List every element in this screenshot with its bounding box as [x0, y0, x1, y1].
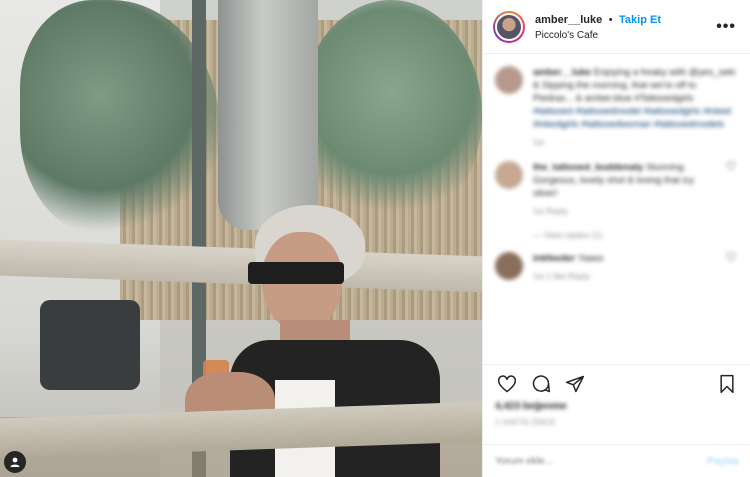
avatar-image	[495, 12, 523, 41]
avatar[interactable]	[493, 10, 525, 43]
comment-meta[interactable]: 1w 1 like Reply	[533, 270, 720, 283]
post-comment-button[interactable]: Paylaş	[707, 456, 739, 467]
add-comment-bar: Paylaş	[483, 444, 750, 477]
comment-username[interactable]: inkfeeder	[533, 253, 575, 264]
comment-username[interactable]: the_tattooed_buddenaty	[533, 162, 643, 173]
user-tag-icon[interactable]	[4, 451, 26, 473]
comment-body: the_tattooed_buddenaty Stunning. Gorgeou…	[533, 161, 720, 218]
share-icon[interactable]	[563, 372, 587, 396]
comment-body: inkfeeder Yaass 1w 1 like Reply	[533, 252, 720, 283]
comment-username[interactable]: amber__luke	[533, 67, 591, 78]
comment-icon[interactable]	[529, 372, 553, 396]
heart-icon[interactable]	[495, 372, 519, 396]
follow-button[interactable]: Takip Et	[619, 14, 661, 26]
comment-meta: 1w	[533, 137, 544, 147]
comment-heart-icon[interactable]	[726, 161, 738, 218]
comment-body: amber__luke Enjoying a freaky with @yes_…	[533, 66, 738, 149]
bookmark-icon[interactable]	[715, 372, 739, 396]
caption-comment: amber__luke Enjoying a freaky with @yes_…	[495, 66, 738, 149]
more-options-icon[interactable]: •••	[712, 18, 740, 36]
comment-hashtags[interactable]: #tattooed #tattooedmodel #tattooedgirls …	[533, 105, 738, 131]
photo-ivy-right	[300, 0, 482, 230]
action-icons	[495, 369, 739, 399]
list-item: the_tattooed_buddenaty Stunning. Gorgeou…	[495, 161, 738, 218]
comment-avatar[interactable]	[495, 161, 523, 189]
post-image[interactable]	[0, 0, 482, 477]
comments-list[interactable]: amber__luke Enjoying a freaky with @yes_…	[483, 54, 750, 364]
username-link[interactable]: amber__luke	[535, 14, 602, 26]
post-side-panel: amber__luke • Takip Et Piccolo's Cafe ••…	[482, 0, 750, 477]
photo-sunglasses	[248, 262, 344, 284]
comment-avatar[interactable]	[495, 66, 523, 94]
post-date: 1 HAFTA ÖNCE	[495, 418, 556, 427]
comment-avatar[interactable]	[495, 252, 523, 280]
location-link[interactable]: Piccolo's Cafe	[535, 28, 712, 43]
likes-count[interactable]: 4,423 beğenme	[495, 401, 739, 412]
comment-heart-icon[interactable]	[726, 252, 738, 283]
header-separator: •	[608, 13, 613, 26]
view-replies-link[interactable]: — View replies (1)	[533, 230, 738, 240]
photo-chair	[40, 300, 140, 390]
comment-meta[interactable]: 1w Reply	[533, 205, 720, 218]
comment-text: Yaass	[577, 253, 604, 264]
post-header: amber__luke • Takip Et Piccolo's Cafe ••…	[483, 0, 750, 54]
photo-umbrella	[218, 0, 318, 230]
comment-input[interactable]	[495, 455, 708, 467]
header-text: amber__luke • Takip Et Piccolo's Cafe	[535, 11, 712, 43]
list-item: inkfeeder Yaass 1w 1 like Reply	[495, 252, 738, 283]
post-actions: 4,423 beğenme 1 HAFTA ÖNCE	[483, 364, 750, 431]
